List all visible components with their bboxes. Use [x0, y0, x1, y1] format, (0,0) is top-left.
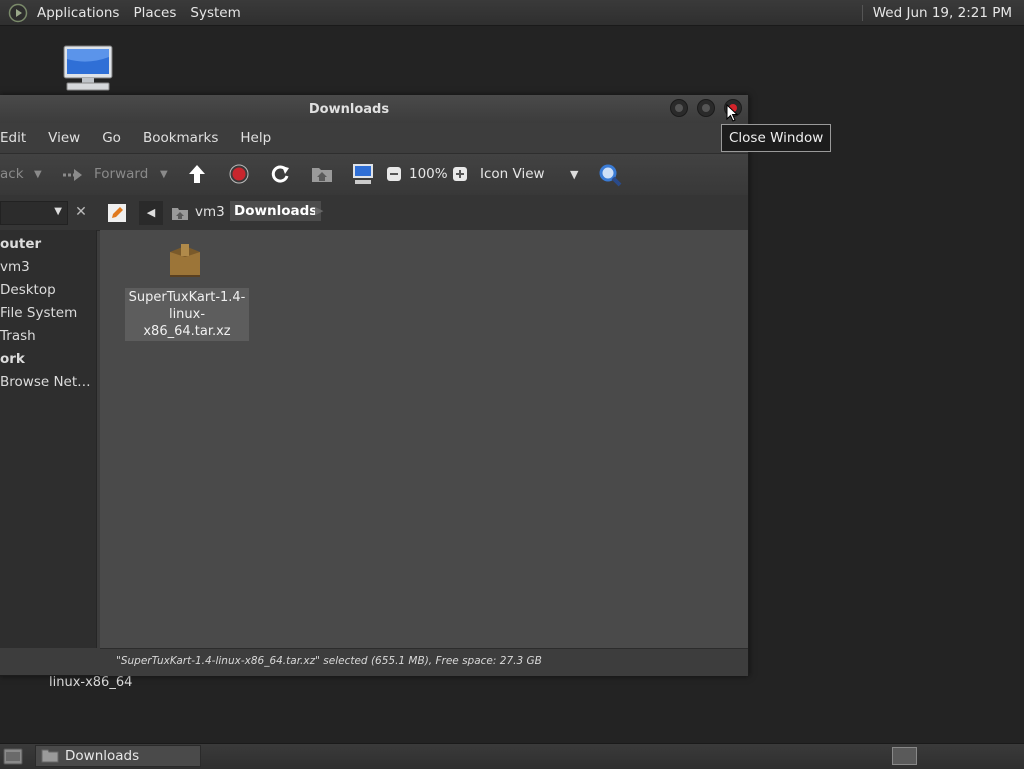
workspace-switcher[interactable]	[892, 747, 917, 765]
sidebar-item-desktop[interactable]: Desktop	[0, 282, 56, 298]
maximize-button[interactable]	[697, 99, 715, 117]
menubar: Edit View Go Bookmarks Help	[0, 123, 748, 153]
breadcrumb-current[interactable]: Downloads	[230, 201, 322, 221]
file-name-label[interactable]: SuperTuxKart-1.4- linux-x86_64.tar.xz	[125, 288, 249, 341]
breadcrumb-parent[interactable]: vm3	[195, 204, 225, 220]
status-bar: "SuperTuxKart-1.4-linux-x86_64.tar.xz" s…	[100, 648, 748, 676]
menu-view[interactable]: View	[48, 130, 80, 146]
sidebar-heading-network: ork	[0, 351, 25, 367]
window-titlebar[interactable]: Downloads	[0, 95, 748, 123]
breadcrumb-back-button[interactable]: ◀	[139, 201, 163, 225]
computer-toolbar-icon[interactable]	[352, 163, 374, 185]
chevron-down-icon: ▼	[54, 206, 62, 217]
taskbar-item-label: Downloads	[65, 748, 140, 764]
sidebar: outer vm3 Desktop File System Trash ork …	[0, 230, 97, 648]
applications-menu[interactable]: Applications	[30, 5, 126, 21]
taskbar-item-downloads[interactable]: Downloads	[35, 745, 201, 767]
places-menu[interactable]: Places	[126, 5, 183, 21]
menu-bookmarks[interactable]: Bookmarks	[143, 130, 218, 146]
status-text: "SuperTuxKart-1.4-linux-x86_64.tar.xz" s…	[116, 655, 542, 667]
menu-help[interactable]: Help	[240, 130, 271, 146]
search-icon[interactable]	[598, 163, 622, 187]
computer-icon[interactable]	[62, 45, 114, 93]
zoom-in-icon[interactable]	[452, 166, 468, 182]
view-mode-select[interactable]: Icon View	[480, 166, 545, 182]
zoom-level: 100%	[409, 166, 448, 182]
archive-package-icon[interactable]	[167, 242, 203, 280]
window-title: Downloads	[308, 102, 390, 117]
home-folder-icon[interactable]	[311, 164, 333, 184]
view-mode-dropdown-icon[interactable]: ▼	[570, 168, 578, 181]
location-bar: ▼ ✕ ◀ vm3 Downloads ▶	[0, 195, 748, 231]
file-name-line2: linux-x86_64.tar.xz	[143, 307, 231, 339]
forward-dropdown-icon[interactable]: ▼	[160, 169, 168, 180]
sidebar-pane-select[interactable]: ▼	[0, 201, 68, 225]
mouse-cursor-icon	[726, 104, 738, 122]
panel-separator	[861, 4, 863, 21]
toolbar: ack ▼ Forward ▼ 100% Icon View ▼	[0, 153, 748, 196]
folder-icon	[41, 749, 59, 763]
edit-location-icon[interactable]	[107, 203, 127, 223]
clock-area: Wed Jun 19, 2:21 PM	[861, 0, 1024, 25]
desktop-file-label[interactable]: linux-x86_64	[49, 675, 132, 690]
breadcrumb-forward-icon[interactable]: ▶	[315, 204, 323, 217]
show-desktop-icon[interactable]	[3, 748, 23, 765]
file-name-line1: SuperTuxKart-1.4-	[128, 290, 246, 305]
applications-logo-icon[interactable]	[8, 3, 28, 23]
sidebar-item-trash[interactable]: Trash	[0, 328, 36, 344]
bottom-panel: Downloads	[0, 743, 1024, 769]
forward-button[interactable]: Forward	[94, 166, 148, 182]
close-sidebar-icon[interactable]: ✕	[70, 201, 92, 223]
zoom-out-icon[interactable]	[386, 166, 402, 182]
sidebar-item-vm3[interactable]: vm3	[0, 259, 30, 275]
minimize-button[interactable]	[670, 99, 688, 117]
sidebar-item-browse-network[interactable]: Browse Net…	[0, 374, 91, 390]
home-icon	[172, 208, 188, 220]
top-panel: Applications Places System Wed Jun 19, 2…	[0, 0, 1024, 26]
menu-edit[interactable]: Edit	[0, 130, 26, 146]
sidebar-item-file-system[interactable]: File System	[0, 305, 77, 321]
reload-icon[interactable]	[270, 164, 290, 184]
menu-go[interactable]: Go	[102, 130, 121, 146]
close-window-tooltip: Close Window	[721, 124, 832, 152]
back-button[interactable]: ack	[0, 166, 24, 182]
stop-icon[interactable]	[229, 164, 249, 184]
system-menu[interactable]: System	[183, 5, 247, 21]
up-arrow-icon[interactable]	[187, 163, 207, 185]
file-manager-window: Downloads Edit View Go Bookmarks Help ac…	[0, 95, 749, 676]
back-dropdown-icon[interactable]: ▼	[34, 169, 42, 180]
forward-arrow-icon[interactable]	[62, 166, 84, 184]
icon-view[interactable]: SuperTuxKart-1.4- linux-x86_64.tar.xz	[100, 230, 748, 648]
sidebar-heading-computer: outer	[0, 236, 42, 252]
clock[interactable]: Wed Jun 19, 2:21 PM	[873, 5, 1012, 21]
